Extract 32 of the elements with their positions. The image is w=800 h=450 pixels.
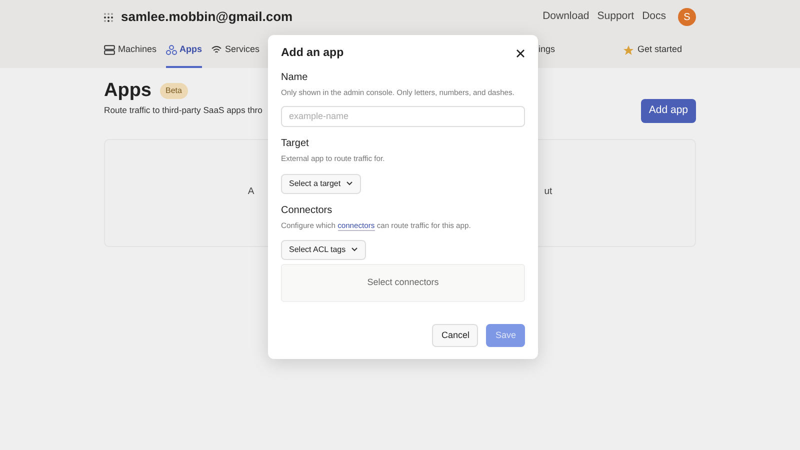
chevron-down-icon	[346, 181, 353, 186]
star-icon	[623, 44, 634, 56]
field-label: Name	[281, 70, 309, 85]
nav-tab[interactable]: Machines	[104, 34, 157, 68]
account-email[interactable]: samlee.mobbin@gmail.com	[121, 7, 293, 27]
close-icon[interactable]	[516, 49, 525, 58]
target-dropdown[interactable]: Select a target	[281, 174, 361, 194]
header-link[interactable]: Support	[597, 9, 634, 25]
logo-icon	[104, 12, 113, 22]
beta-badge: Beta	[160, 83, 188, 100]
field-label: Connectors	[281, 204, 334, 218]
empty-state-text: A	[248, 185, 254, 200]
connectors-select-field[interactable]: Select connectors	[281, 264, 525, 302]
wifi-icon	[211, 45, 222, 55]
dialog-title: Add an app	[281, 47, 344, 61]
add-app-button[interactable]: Add app	[640, 98, 696, 123]
empty-state-text: ut	[544, 185, 552, 200]
get-started-link[interactable]: Get started	[623, 34, 682, 68]
cancel-button[interactable]: Cancel	[432, 324, 478, 348]
chevron-down-icon	[350, 247, 358, 252]
page-title: Apps	[104, 80, 152, 103]
nav-tab[interactable]: Apps	[166, 34, 202, 68]
nav-tab[interactable]: ings	[538, 34, 556, 68]
server-icon	[104, 45, 115, 55]
field-label: Target	[281, 137, 310, 152]
apps-icon	[166, 45, 177, 55]
name-input[interactable]: example-name	[281, 106, 525, 127]
acl-tags-dropdown[interactable]: Select ACL tags	[281, 240, 366, 260]
header-link[interactable]: Download	[542, 9, 590, 25]
header-link[interactable]: Docs	[642, 9, 666, 25]
page-description: Route traffic to third-party SaaS apps thro	[104, 104, 262, 118]
nav-tab[interactable]: Services	[211, 34, 260, 68]
